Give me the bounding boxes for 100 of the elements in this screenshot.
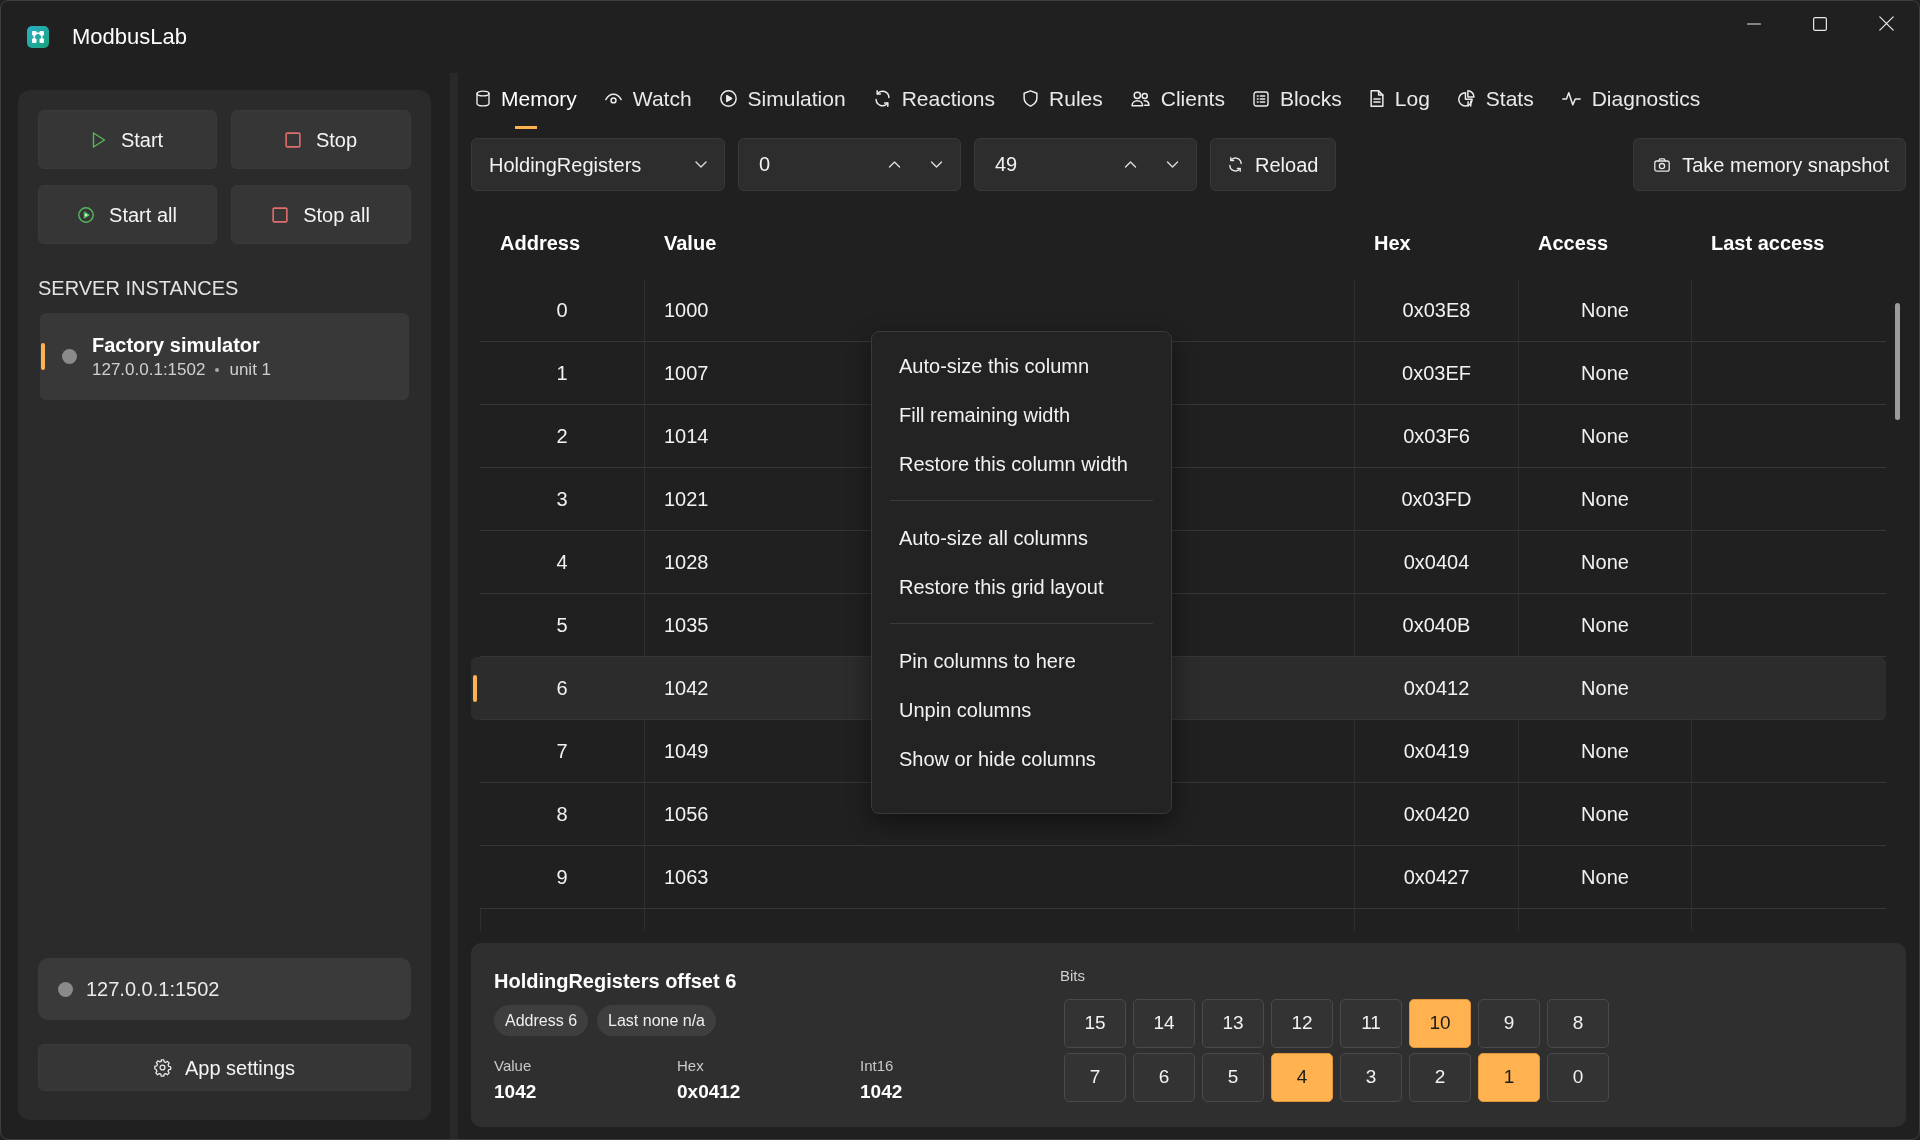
bit-toggle[interactable]: 8 [1547, 999, 1609, 1048]
column-header[interactable]: Access [1538, 231, 1609, 255]
bit-toggle[interactable]: 14 [1133, 999, 1195, 1048]
table-cell: None [1581, 424, 1629, 448]
instance-unit: unit 1 [229, 359, 272, 381]
database-icon [476, 90, 490, 107]
menu-item[interactable]: Auto-size all columns [872, 513, 1171, 562]
bit-toggle[interactable]: 13 [1202, 999, 1264, 1048]
table-cell: 1028 [664, 550, 709, 574]
menu-item[interactable]: Unpin columns [872, 685, 1171, 734]
details-title: HoldingRegisters offset 6 [494, 969, 738, 993]
shield-icon [1023, 90, 1039, 107]
range-end-field[interactable]: 49 [974, 138, 1197, 191]
field-label: Value [494, 1057, 533, 1075]
chevron-up-icon[interactable] [888, 161, 901, 168]
menu-item[interactable]: Pin columns to here [872, 636, 1171, 685]
bit-toggle[interactable]: 6 [1133, 1053, 1195, 1102]
table-cell: 1021 [664, 487, 709, 511]
chevron-down-icon[interactable] [1166, 161, 1179, 168]
info-chip: Address 6 [494, 1005, 589, 1036]
instance-endpoint: 127.0.0.1:1502 [92, 359, 206, 381]
eye-icon [604, 93, 622, 104]
play-icon [91, 131, 106, 148]
server-instance-item[interactable]: Factory simulator 127.0.0.1:1502 unit 1 [40, 313, 409, 400]
tab[interactable]: Log [1356, 73, 1443, 131]
table-cell: 0x0427 [1403, 865, 1470, 889]
play-circle-icon [78, 206, 95, 223]
bit-toggle[interactable]: 9 [1478, 999, 1540, 1048]
table-cell: None [1581, 298, 1629, 322]
table-cell: 0x0404 [1403, 550, 1470, 574]
column-header[interactable]: Hex [1374, 231, 1411, 255]
table-cell: 0x03EF [1402, 361, 1471, 385]
pulse-icon [1561, 91, 1581, 106]
bit-toggle[interactable]: 3 [1340, 1053, 1402, 1102]
bit-toggle[interactable]: 1 [1478, 1053, 1540, 1102]
table-cell: 3 [556, 487, 568, 511]
splitter-handle[interactable] [450, 73, 458, 1139]
close-icon[interactable] [1879, 16, 1894, 31]
selection-marker-icon [41, 343, 45, 370]
bit-toggle[interactable]: 12 [1271, 999, 1333, 1048]
bit-toggle[interactable]: 10 [1409, 999, 1471, 1048]
tab[interactable]: Stats [1444, 73, 1547, 131]
chevron-down-icon[interactable] [930, 161, 943, 168]
register-type-dropdown[interactable]: HoldingRegisters [471, 138, 725, 191]
menu-item[interactable]: Auto-size this column [872, 341, 1171, 390]
table-cell: None [1581, 487, 1629, 511]
instance-name: Factory simulator [92, 332, 261, 357]
table-cell: 5 [556, 613, 568, 637]
table-cell: 1042 [664, 676, 709, 700]
bit-toggle[interactable]: 7 [1064, 1053, 1126, 1102]
snapshot-button[interactable]: Take memory snapshot [1633, 138, 1906, 191]
minimize-icon[interactable] [1747, 22, 1761, 25]
table-row[interactable]: 9 1063 0x0427 None [471, 846, 1906, 909]
tab[interactable]: Simulation [706, 73, 859, 131]
tab[interactable]: Diagnostics [1548, 73, 1714, 131]
app-title: ModbusLab [72, 23, 187, 51]
reload-button[interactable]: Reload [1210, 138, 1337, 191]
scrollbar[interactable] [1895, 303, 1900, 420]
bit-toggle[interactable]: 0 [1547, 1053, 1609, 1102]
table-cell: 0x0419 [1403, 739, 1470, 763]
menu-item[interactable]: Show or hide columns [872, 734, 1171, 783]
bit-toggle[interactable]: 2 [1409, 1053, 1471, 1102]
table-cell: None [1581, 613, 1629, 637]
tab[interactable]: Blocks [1239, 73, 1355, 131]
stop-button[interactable]: Stop [231, 110, 411, 169]
bit-toggle[interactable]: 4 [1271, 1053, 1333, 1102]
stop-icon [272, 206, 289, 223]
range-start-field[interactable]: 0 [738, 138, 961, 191]
selection-marker-icon [473, 675, 477, 702]
bit-toggle[interactable]: 11 [1340, 999, 1402, 1048]
menu-item[interactable]: Restore this column width [872, 439, 1171, 488]
table-cell: 7 [556, 739, 568, 763]
menu-item[interactable]: Fill remaining width [872, 390, 1171, 439]
menu-item[interactable]: Restore this grid layout [872, 562, 1171, 611]
table-cell: 0x0412 [1403, 676, 1470, 700]
list-icon [1252, 90, 1269, 107]
refresh-icon [873, 90, 891, 107]
tab[interactable]: Watch [591, 73, 705, 131]
start-button[interactable]: Start [38, 110, 217, 169]
table-cell: 1007 [664, 361, 709, 385]
field-value: 1042 [494, 1080, 538, 1103]
column-header[interactable]: Value [664, 231, 717, 255]
bit-toggle[interactable]: 5 [1202, 1053, 1264, 1102]
camera-icon [1654, 157, 1671, 172]
maximize-icon[interactable] [1813, 16, 1827, 31]
column-header[interactable]: Last access [1711, 231, 1825, 255]
app-settings-button[interactable]: App settings [38, 1044, 411, 1091]
column-header[interactable]: Address [500, 231, 581, 255]
app-logo-icon [27, 26, 49, 48]
tab[interactable]: Clients [1117, 73, 1238, 131]
field-label: Hex [677, 1057, 705, 1075]
bit-toggle[interactable]: 15 [1064, 999, 1126, 1048]
chevron-up-icon[interactable] [1124, 161, 1137, 168]
document-icon [1369, 90, 1384, 107]
tab[interactable]: Reactions [860, 73, 1009, 131]
stop-all-button[interactable]: Stop all [231, 185, 411, 244]
table-cell: 0x03E8 [1402, 298, 1471, 322]
tab[interactable]: Rules [1010, 73, 1116, 131]
table-cell: None [1581, 361, 1629, 385]
start-all-button[interactable]: Start all [38, 185, 217, 244]
